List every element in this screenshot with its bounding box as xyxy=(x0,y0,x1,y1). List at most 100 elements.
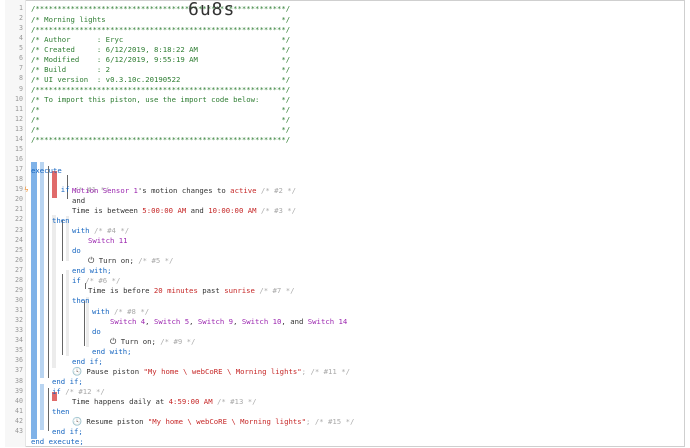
line-number: 30 xyxy=(15,295,23,304)
condition-comment: /* #2 */ xyxy=(256,185,297,195)
device-switch-4: Switch 4 xyxy=(110,316,146,326)
if-statement-6[interactable]: if /* #6 */ xyxy=(72,276,120,285)
condition-comment: /* #3 */ xyxy=(256,205,297,215)
separator: , xyxy=(233,316,242,326)
line-number: 43 xyxy=(15,426,23,435)
separator: , xyxy=(189,316,198,326)
device-motion-sensor: Motion Sensor 1 xyxy=(72,185,138,195)
device-list[interactable]: Switch 4, Switch 5, Switch 9, Switch 10,… xyxy=(110,317,347,326)
header-line-3: /***************************************… xyxy=(31,24,291,34)
line-number: 35 xyxy=(15,346,23,355)
line-number: 1 xyxy=(19,4,23,12)
if-keyword: if xyxy=(72,276,81,286)
device-switch-10: Switch 10 xyxy=(241,316,282,326)
if6-block-bar xyxy=(66,270,69,356)
line-number: 2 xyxy=(19,14,23,23)
condition-text: Time is between xyxy=(72,205,143,215)
then-keyword-1[interactable]: then xyxy=(52,216,70,225)
line-number: 28 xyxy=(15,275,23,284)
action-comment: /* #9 */ xyxy=(155,336,196,346)
action-text: Turn on; xyxy=(98,256,134,266)
then-keyword-3[interactable]: then xyxy=(52,407,70,416)
separator: , xyxy=(145,316,154,326)
line-number: 12 xyxy=(15,114,23,123)
action-comment: ; /* #11 */ xyxy=(301,366,350,376)
line-number: 16 xyxy=(15,155,23,164)
piston-name: "My home \ webCoRE \ Morning lights" xyxy=(143,366,302,376)
line-number: 19 xyxy=(15,185,23,194)
end-with-2[interactable]: end with; xyxy=(92,347,132,356)
line-number: 36 xyxy=(15,356,23,365)
with-keyword: with xyxy=(92,306,110,316)
header-line-4: /* Author : Eryc */ xyxy=(31,34,291,44)
line-number: 10 xyxy=(15,94,23,103)
then1-block-bar xyxy=(52,215,56,368)
line-number: 22 xyxy=(15,215,23,224)
condition-past: past xyxy=(197,286,225,296)
action-comment: /* #5 */ xyxy=(133,256,174,266)
condition-motion[interactable]: Motion Sensor 1's motion changes to acti… xyxy=(72,186,296,195)
line-number: 14 xyxy=(15,134,23,143)
condition-time-before[interactable]: Time is before 20 minutes past sunrise /… xyxy=(88,286,295,295)
then-keyword-2[interactable]: then xyxy=(72,296,90,305)
condition-time-between[interactable]: Time is between 5:00:00 AM and 10:00:00 … xyxy=(72,206,296,215)
line-number: 27 xyxy=(15,265,23,274)
end-execute[interactable]: end execute; xyxy=(31,437,84,446)
with-comment: /* #8 */ xyxy=(113,306,150,316)
execute-keyword[interactable]: execute xyxy=(31,166,62,175)
line-number: 29 xyxy=(15,285,23,294)
header-line-14: /***************************************… xyxy=(31,135,291,145)
condition-time-daily[interactable]: Time happens daily at 4:59:00 AM /* #13 … xyxy=(72,397,257,406)
header-line-12: /* */ xyxy=(31,115,291,125)
header-line-13: /* */ xyxy=(31,125,291,135)
and-operator[interactable]: and xyxy=(72,196,85,205)
action-pause-piston[interactable]: 🕓 Pause piston "My home \ webCoRE \ Morn… xyxy=(72,367,350,376)
condition-comment: /* #13 */ xyxy=(212,397,257,407)
power-icon: ⏻ xyxy=(88,256,95,266)
end-with-1[interactable]: end with; xyxy=(72,266,112,275)
offset-value: 20 minutes xyxy=(153,286,198,296)
do-keyword-1[interactable]: do xyxy=(72,246,81,255)
if-statement-12[interactable]: if /* #12 */ xyxy=(52,387,105,396)
line-number: 21 xyxy=(15,205,23,214)
import-code[interactable]: 6u8s xyxy=(188,0,235,20)
action-resume-piston[interactable]: 🕓 Resume piston "My home \ webCoRE \ Mor… xyxy=(72,417,354,426)
device-switch-14: Switch 14 xyxy=(307,316,348,326)
if-statement-1[interactable]: if /* #1 */ xyxy=(52,176,109,194)
separator: , and xyxy=(281,316,308,326)
line-number: 23 xyxy=(15,225,23,234)
line-number: 39 xyxy=(15,386,23,395)
action-comment: ; /* #15 */ xyxy=(306,417,355,427)
line-number: 13 xyxy=(15,124,23,133)
action-text: Resume piston xyxy=(86,417,148,427)
line-number: 26 xyxy=(15,255,23,264)
with-statement-4[interactable]: with /* #4 */ xyxy=(72,226,129,235)
device-switch-5: Switch 5 xyxy=(153,316,190,326)
line-number: 9 xyxy=(19,84,23,93)
if1-block-bar xyxy=(40,162,44,378)
action-turn-on-2[interactable]: ⏻ Turn on; /* #9 */ xyxy=(110,337,195,346)
end-if-3[interactable]: end if; xyxy=(52,427,83,436)
time-start: 5:00:00 AM xyxy=(142,205,187,215)
clock-icon: 🕓 xyxy=(72,417,82,427)
line-number: 17 xyxy=(15,165,23,174)
end-if-1[interactable]: end if; xyxy=(72,357,103,366)
if-comment: /* #12 */ xyxy=(65,387,105,397)
power-icon: ⏻ xyxy=(110,336,117,346)
line-number: 34 xyxy=(15,336,23,345)
device-switch-11[interactable]: Switch 11 xyxy=(88,236,128,245)
with-keyword: with xyxy=(72,225,90,235)
line-number: 7 xyxy=(19,64,23,73)
header-line-2: /* Morning lights */ xyxy=(31,14,291,24)
execute-block-bar xyxy=(31,162,37,439)
header-line-5: /* Created : 6/12/2019, 8:18:22 AM */ xyxy=(31,44,291,54)
action-turn-on-1[interactable]: ⏻ Turn on; /* #5 */ xyxy=(88,256,173,265)
line-number: 3 xyxy=(19,24,23,33)
with-statement-8[interactable]: with /* #8 */ xyxy=(92,307,149,316)
condition-value: active xyxy=(230,185,257,195)
line-number: 33 xyxy=(15,326,23,335)
header-line-1: /***************************************… xyxy=(31,4,291,14)
end-if-2[interactable]: end if; xyxy=(52,377,83,386)
action-text: Turn on; xyxy=(120,336,156,346)
do-keyword-2[interactable]: do xyxy=(92,327,101,336)
